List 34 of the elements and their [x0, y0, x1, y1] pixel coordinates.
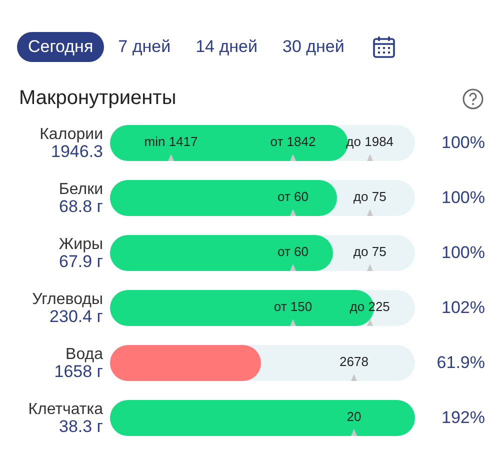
percent-value: 100% — [440, 243, 485, 263]
nutrient-name: Клетчатка — [28, 401, 103, 418]
section-title: Макронутриенты — [19, 87, 176, 110]
nutrient-name: Жиры — [58, 236, 103, 253]
percent-value: 61.9% — [436, 353, 485, 373]
calendar-icon[interactable] — [372, 35, 396, 59]
nutrient-amount: 67.9 г — [58, 253, 103, 270]
period-tab[interactable]: 14 дней — [184, 32, 268, 62]
nutrient-amount: 230.4 г — [50, 308, 103, 325]
target-label: 2678 — [340, 354, 368, 369]
nutrient-amount: 38.3 г — [58, 418, 103, 435]
target-label: до 75 — [353, 189, 386, 204]
period-tab[interactable]: 30 дней — [271, 32, 356, 62]
percent-value: 102% — [440, 298, 485, 318]
nutrient-name: Белки — [58, 181, 103, 198]
target-label: 20 — [346, 409, 362, 424]
period-tab[interactable]: 7 дней — [107, 32, 182, 62]
nutrient-name: Углеводы — [32, 291, 103, 308]
target-label: до 75 — [353, 244, 386, 259]
period-tab[interactable]: Сегодня — [17, 32, 104, 62]
target-label: от 60 — [278, 244, 308, 259]
nutrient-name: Вода — [66, 346, 103, 363]
percent-value: 192% — [440, 408, 485, 428]
nutrient-name: Калории — [40, 126, 103, 143]
nutrient-amount: 1658 г — [54, 363, 103, 380]
target-label: min 1417 — [144, 134, 198, 149]
percent-value: 100% — [440, 188, 485, 208]
target-label: от 60 — [278, 189, 308, 204]
target-label: от 150 — [274, 299, 312, 314]
nutrient-amount: 68.8 г — [58, 198, 103, 215]
percent-value: 100% — [440, 133, 485, 153]
nutrient-amount: 1946.3 — [51, 143, 103, 160]
target-label: от 1842 — [270, 134, 316, 149]
help-icon[interactable] — [462, 88, 484, 110]
